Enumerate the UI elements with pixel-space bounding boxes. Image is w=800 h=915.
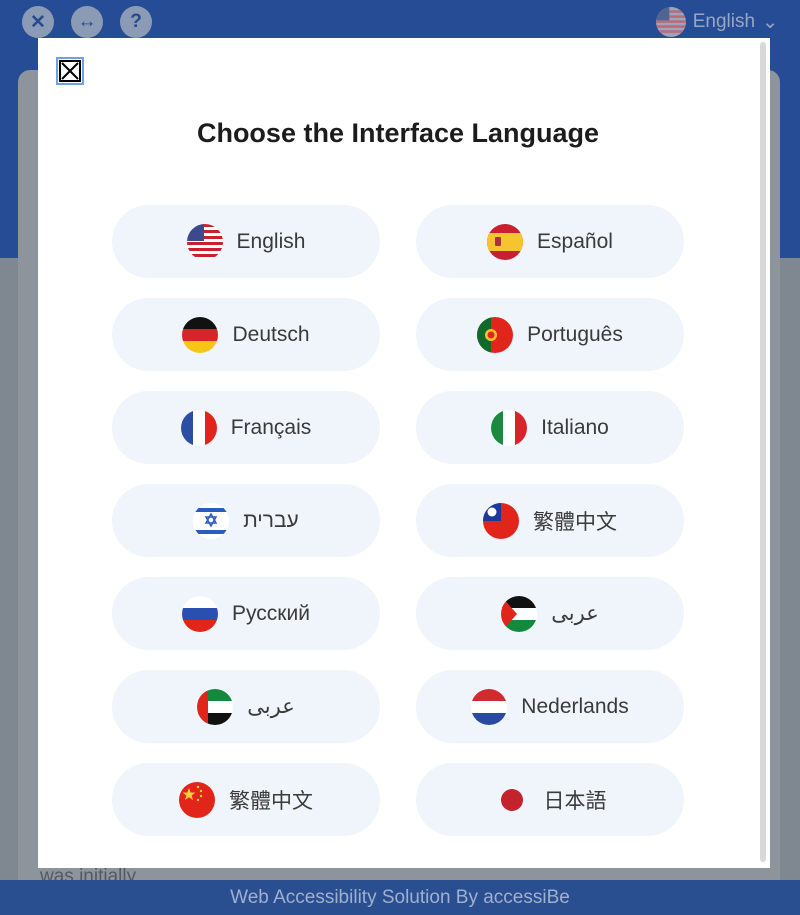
language-label: 繁體中文: [533, 510, 617, 534]
language-label: English: [236, 229, 306, 253]
spain-flag-icon: [487, 223, 524, 260]
language-label: Nederlands: [521, 694, 629, 718]
language-label: عربى: [551, 602, 599, 625]
language-label: Português: [527, 322, 623, 346]
close-button[interactable]: [56, 57, 84, 85]
israel-flag-icon: [193, 502, 230, 539]
language-button-russian[interactable]: Русский: [112, 577, 380, 650]
language-button-espanol[interactable]: Español: [416, 205, 684, 278]
close-widget-icon[interactable]: ✕: [22, 6, 54, 38]
language-button-english[interactable]: English: [112, 205, 380, 278]
taiwan-flag-icon: [483, 502, 519, 539]
language-grid: English Español Deutsch Português França…: [112, 205, 684, 836]
language-button-arabic-palestine[interactable]: عربى: [416, 577, 684, 650]
chevron-down-icon: ⌄: [762, 11, 778, 33]
modal-title: Choose the Interface Language: [196, 118, 600, 148]
language-label: Français: [230, 415, 312, 439]
language-button-italiano[interactable]: Italiano: [416, 391, 684, 464]
language-button-nederlands[interactable]: Nederlands: [416, 670, 684, 743]
portugal-flag-icon: [477, 316, 514, 353]
germany-flag-icon: [182, 316, 219, 353]
language-label: 繁體中文: [229, 789, 313, 813]
uae-flag-icon: [197, 688, 234, 725]
language-label: 日本語: [543, 789, 607, 813]
netherlands-flag-icon: [471, 688, 508, 725]
france-flag-icon: [180, 409, 217, 446]
close-icon: [59, 60, 81, 82]
language-button-traditional-chinese[interactable]: 繁體中文: [416, 484, 684, 557]
china-flag-icon: [179, 781, 215, 818]
russia-flag-icon: [182, 595, 219, 632]
language-button-deutsch[interactable]: Deutsch: [112, 298, 380, 371]
language-label: عربى: [247, 695, 295, 718]
us-flag-icon: [186, 223, 223, 260]
widget-footer[interactable]: Web Accessibility Solution By accessiBe: [0, 880, 800, 915]
language-button-hebrew[interactable]: עברית: [112, 484, 380, 557]
help-icon[interactable]: ?: [120, 6, 152, 38]
language-selector[interactable]: English ⌄: [655, 7, 778, 37]
modal-scrollbar[interactable]: [760, 42, 766, 862]
current-language-label: English: [692, 11, 756, 32]
language-button-japanese[interactable]: 日本語: [416, 763, 684, 836]
language-button-arabic-uae[interactable]: عربى: [112, 670, 380, 743]
language-label: עברית: [243, 508, 299, 532]
language-label: Español: [537, 229, 613, 253]
italy-flag-icon: [491, 409, 528, 446]
move-widget-icon[interactable]: ↔: [71, 6, 103, 38]
language-label: Deutsch: [232, 322, 310, 346]
language-button-portugues[interactable]: Português: [416, 298, 684, 371]
language-label: Русский: [232, 601, 310, 625]
japan-flag-icon: [493, 781, 530, 818]
language-modal: Choose the Interface Language English Es…: [38, 38, 770, 868]
language-label: Italiano: [541, 415, 609, 439]
palestine-flag-icon: [501, 595, 538, 632]
us-flag-icon: [655, 7, 686, 37]
language-button-francais[interactable]: Français: [112, 391, 380, 464]
language-button-chinese[interactable]: 繁體中文: [112, 763, 380, 836]
